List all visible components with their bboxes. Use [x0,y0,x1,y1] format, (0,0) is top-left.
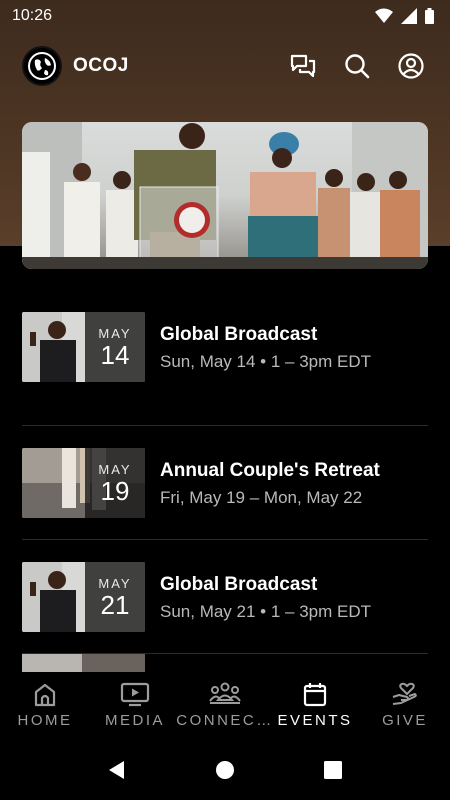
chat-button[interactable] [286,49,320,83]
wifi-icon [375,8,393,23]
globe-logo-icon [28,52,56,80]
chat-icon [290,54,316,78]
event-info: Annual Couple's Retreat Fri, May 19 – Mo… [160,448,380,508]
search-button[interactable] [340,49,374,83]
event-date-badge: MAY 14 [85,312,145,382]
hand-heart-icon [392,682,417,705]
status-time: 10:26 [12,7,53,24]
event-image [22,654,145,672]
back-icon[interactable] [106,759,128,781]
event-thumbnail-partial[interactable] [22,654,145,672]
search-icon [345,54,370,79]
play-icon [120,682,150,707]
event-thumbnail: MAY 21 [22,562,145,632]
event-item[interactable]: MAY 21 Global Broadcast Sun, May 21 • 1 … [22,540,428,654]
event-thumbnail: MAY 19 [22,448,145,518]
nav-media[interactable]: MEDIA [90,672,180,738]
nav-label: EVENTS [277,712,353,729]
calendar-icon [303,683,327,707]
church-icon [34,683,56,707]
event-item[interactable]: MAY 14 Global Broadcast Sun, May 14 • 1 … [22,312,428,426]
event-thumbnail: MAY 14 [22,312,145,382]
hero-banner[interactable] [22,122,428,269]
home-circle-icon[interactable] [214,759,236,781]
event-title: Global Broadcast [160,324,318,345]
bottom-navigation: HOME MEDIA CONNEC… EVENTS GIVE [0,672,450,738]
event-date-badge: MAY 21 [85,562,145,632]
nav-label: GIVE [382,712,428,729]
status-bar: 10:26 [0,0,450,32]
app-logo[interactable] [22,46,62,86]
signal-icon [401,8,417,24]
event-item[interactable]: MAY 19 Annual Couple's Retreat Fri, May … [22,426,428,540]
event-subtitle: Fri, May 19 – Mon, May 22 [160,488,363,507]
app-actions [286,49,428,83]
event-subtitle: Sun, May 14 • 1 – 3pm EDT [160,352,371,371]
event-title: Global Broadcast [160,574,318,595]
recents-icon[interactable] [322,759,344,781]
event-info: Global Broadcast Sun, May 14 • 1 – 3pm E… [160,312,371,372]
nav-give[interactable]: GIVE [360,672,450,738]
event-title: Annual Couple's Retreat [160,460,380,481]
event-day: 14 [100,339,130,370]
app-bar: OCOJ [0,40,450,92]
event-month: MAY [98,575,132,591]
nav-events[interactable]: EVENTS [270,672,360,738]
nav-connect[interactable]: CONNEC… [176,672,271,738]
nav-home[interactable]: HOME [0,672,90,738]
events-list: MAY 14 Global Broadcast Sun, May 14 • 1 … [22,312,428,654]
event-date-badge: MAY 19 [85,448,145,518]
nav-label: MEDIA [104,712,165,729]
nav-label: HOME [17,712,73,729]
account-button[interactable] [394,49,428,83]
system-navigation-bar [0,740,450,800]
people-icon [209,682,241,704]
battery-icon [425,8,434,24]
app-title: OCOJ [73,55,129,76]
status-icons [375,8,434,24]
hero-image [22,122,428,269]
nav-label: CONNEC… [176,712,274,729]
account-icon [398,53,424,79]
event-month: MAY [98,325,132,341]
event-info: Global Broadcast Sun, May 21 • 1 – 3pm E… [160,562,371,622]
event-day: 19 [100,475,130,506]
event-month: MAY [98,461,132,477]
event-day: 21 [100,589,130,620]
event-subtitle: Sun, May 21 • 1 – 3pm EDT [160,602,371,621]
